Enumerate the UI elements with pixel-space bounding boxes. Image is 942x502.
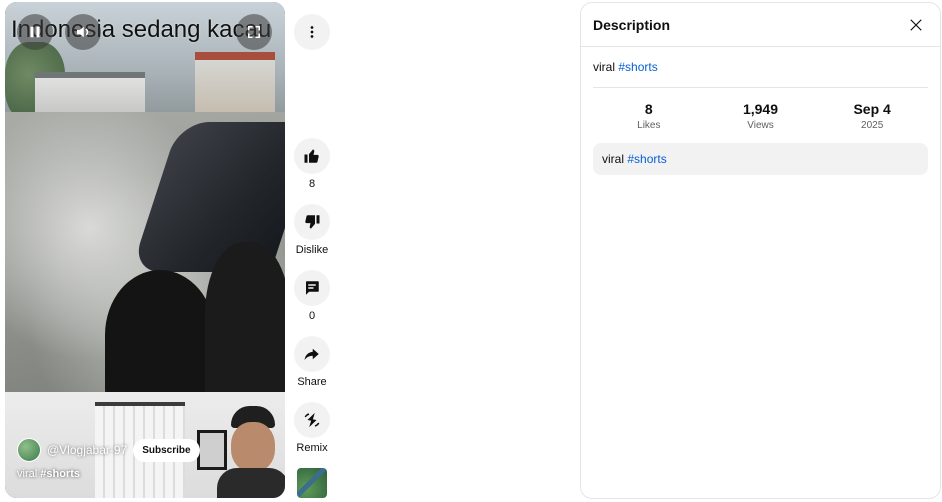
comment-count: 0 bbox=[308, 310, 316, 322]
volume-icon bbox=[77, 26, 89, 38]
summary-hashtag[interactable]: #shorts bbox=[618, 60, 657, 74]
thumb-up-icon bbox=[304, 149, 319, 163]
pause-button[interactable] bbox=[17, 14, 53, 50]
comment-icon bbox=[306, 281, 319, 295]
like-button[interactable] bbox=[294, 138, 330, 174]
stat-likes: 8 Likes bbox=[604, 100, 694, 131]
share-label: Share bbox=[297, 376, 327, 388]
like-count: 8 bbox=[308, 178, 316, 190]
stat-views: 1,949 Views bbox=[715, 100, 805, 131]
dislike-label: Dislike bbox=[295, 244, 329, 256]
description-hashtag[interactable]: #shorts bbox=[627, 152, 666, 166]
stat-label: Likes bbox=[637, 120, 661, 131]
description-summary: viral #shorts bbox=[593, 59, 928, 75]
audio-thumbnail[interactable] bbox=[297, 468, 327, 498]
stat-date: Sep 4 2025 bbox=[827, 100, 917, 131]
pause-icon bbox=[30, 26, 40, 38]
thumb-down-icon bbox=[305, 215, 320, 229]
video-caption: viral #shorts bbox=[17, 468, 273, 480]
fullscreen-icon bbox=[248, 26, 260, 38]
remix-button[interactable] bbox=[294, 402, 330, 438]
shorts-video-player[interactable]: Indonesia sedang kacau @Vlogjabar-97 Sub… bbox=[5, 2, 285, 498]
close-button[interactable] bbox=[904, 13, 928, 37]
panel-header: Description bbox=[581, 3, 940, 47]
caption-hashtag[interactable]: #shorts bbox=[40, 468, 80, 480]
description-text-box[interactable]: viral #shorts bbox=[593, 143, 928, 175]
subscribe-button[interactable]: Subscribe bbox=[133, 438, 200, 462]
stat-value: 8 bbox=[644, 101, 653, 117]
stat-label: Views bbox=[747, 120, 774, 131]
stat-value: Sep 4 bbox=[853, 101, 891, 117]
fullscreen-button[interactable] bbox=[236, 14, 272, 50]
comments-button[interactable] bbox=[294, 270, 330, 306]
description-text: viral bbox=[602, 152, 625, 166]
remix-label: Remix bbox=[296, 442, 328, 454]
caption-text: viral bbox=[17, 468, 38, 480]
divider bbox=[593, 87, 928, 88]
mute-button[interactable] bbox=[65, 14, 101, 50]
panel-body: viral #shorts 8 Likes 1,949 Views Sep 4 … bbox=[581, 47, 940, 187]
share-button[interactable] bbox=[294, 336, 330, 372]
video-info: @Vlogjabar-97 Subscribe viral #shorts bbox=[17, 438, 273, 480]
video-stats: 8 Likes 1,949 Views Sep 4 2025 bbox=[593, 100, 928, 131]
description-panel: Description viral #shorts 8 Likes 1,949 … bbox=[580, 2, 941, 499]
video-frame bbox=[5, 2, 285, 498]
share-icon bbox=[304, 348, 319, 360]
channel-name[interactable]: @Vlogjabar-97 bbox=[47, 443, 127, 457]
summary-text: viral bbox=[593, 60, 616, 74]
close-icon bbox=[910, 18, 922, 31]
more-vert-icon bbox=[310, 26, 314, 38]
remix-icon bbox=[304, 412, 320, 428]
channel-avatar[interactable] bbox=[17, 438, 41, 462]
stat-value: 1,949 bbox=[742, 101, 778, 117]
dislike-button[interactable] bbox=[294, 204, 330, 240]
stat-label: 2025 bbox=[861, 120, 884, 131]
shorts-page: Indonesia sedang kacau @Vlogjabar-97 Sub… bbox=[0, 0, 942, 502]
more-options-button[interactable] bbox=[294, 14, 330, 50]
panel-title: Description bbox=[593, 16, 671, 33]
